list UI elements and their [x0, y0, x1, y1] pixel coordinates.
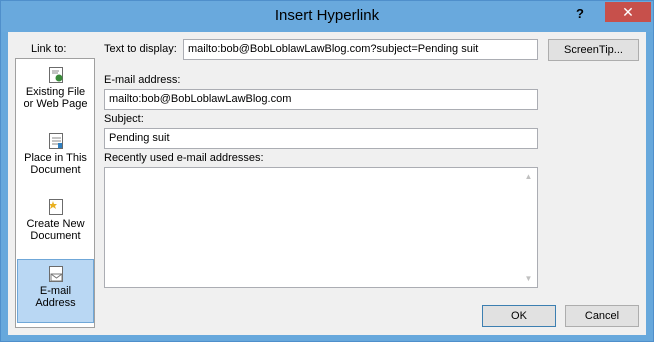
link-to-place-in-document-line2: Document	[30, 164, 81, 176]
email-address-label: E-mail address:	[104, 74, 181, 86]
link-to-label: Link to:	[31, 43, 67, 55]
ok-button[interactable]: OK	[482, 305, 556, 327]
link-to-panel: Existing File or Web Page Place in This …	[15, 58, 95, 328]
link-to-existing-file-line1: Existing File	[25, 86, 86, 98]
close-button[interactable]: ✕	[605, 2, 651, 22]
help-button[interactable]: ?	[567, 4, 593, 24]
screentip-button[interactable]: ScreenTip...	[548, 39, 639, 61]
scroll-up-icon[interactable]: ▲	[521, 169, 536, 184]
link-to-email-address-line1: E-mail	[39, 285, 72, 297]
link-to-create-new-document-line1: Create New	[26, 218, 85, 230]
title-bar[interactable]: Insert Hyperlink ? ✕	[1, 1, 653, 32]
text-to-display-label: Text to display:	[104, 43, 177, 55]
text-to-display-field[interactable]: mailto:bob@BobLoblawLawBlog.com?subject=…	[183, 39, 538, 60]
link-to-create-new-document-line2: Document	[30, 230, 81, 242]
link-to-email-address[interactable]: E-mail Address	[17, 259, 94, 323]
document-place-icon	[48, 133, 63, 149]
dialog-body: Link to: Existing File or Web Page Place…	[8, 32, 646, 335]
link-to-create-new-document[interactable]: Create New Document	[17, 193, 94, 257]
link-to-place-in-document-line1: Place in This	[24, 152, 87, 164]
subject-label: Subject:	[104, 113, 144, 125]
link-to-place-in-document[interactable]: Place in This Document	[17, 127, 94, 191]
cancel-button[interactable]: Cancel	[565, 305, 639, 327]
web-page-icon	[48, 67, 63, 83]
email-address-field[interactable]: mailto:bob@BobLoblawLawBlog.com	[104, 89, 538, 110]
link-to-existing-file[interactable]: Existing File or Web Page	[17, 61, 94, 125]
dialog-title: Insert Hyperlink	[274, 7, 380, 24]
link-to-existing-file-line2: or Web Page	[23, 98, 88, 110]
recent-addresses-list[interactable]: ▲ ▼	[104, 167, 538, 288]
new-document-icon	[48, 199, 63, 215]
recent-addresses-scrollbar[interactable]: ▲ ▼	[521, 169, 536, 286]
email-address-icon	[48, 266, 63, 282]
scroll-down-icon[interactable]: ▼	[521, 271, 536, 286]
link-to-email-address-line2: Address	[35, 297, 76, 309]
subject-field[interactable]: Pending suit	[104, 128, 538, 149]
insert-hyperlink-dialog: Insert Hyperlink ? ✕ Link to: Existing F…	[0, 0, 654, 342]
recent-addresses-label: Recently used e-mail addresses:	[104, 152, 264, 164]
